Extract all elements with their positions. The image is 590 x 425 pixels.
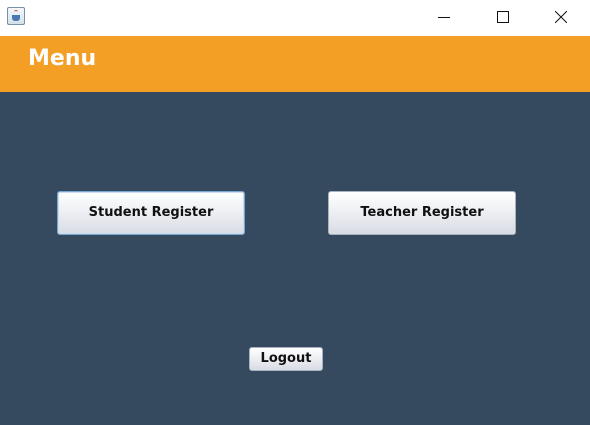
cup-shape [12,15,20,21]
title-bar [0,0,590,36]
minimize-icon [438,17,450,18]
minimize-button[interactable] [421,0,467,34]
close-icon [555,11,567,23]
menu-header: Menu [0,36,590,92]
app-window: Menu Student Register Teacher Register L… [0,0,590,425]
logout-button[interactable]: Logout [249,347,323,371]
teacher-register-button[interactable]: Teacher Register [328,191,516,235]
page-title: Menu [28,46,97,71]
maximize-button[interactable] [480,0,526,34]
java-cup-icon[interactable] [7,7,25,25]
maximize-icon [497,11,509,23]
close-button[interactable] [538,0,584,34]
student-register-button[interactable]: Student Register [57,191,245,235]
